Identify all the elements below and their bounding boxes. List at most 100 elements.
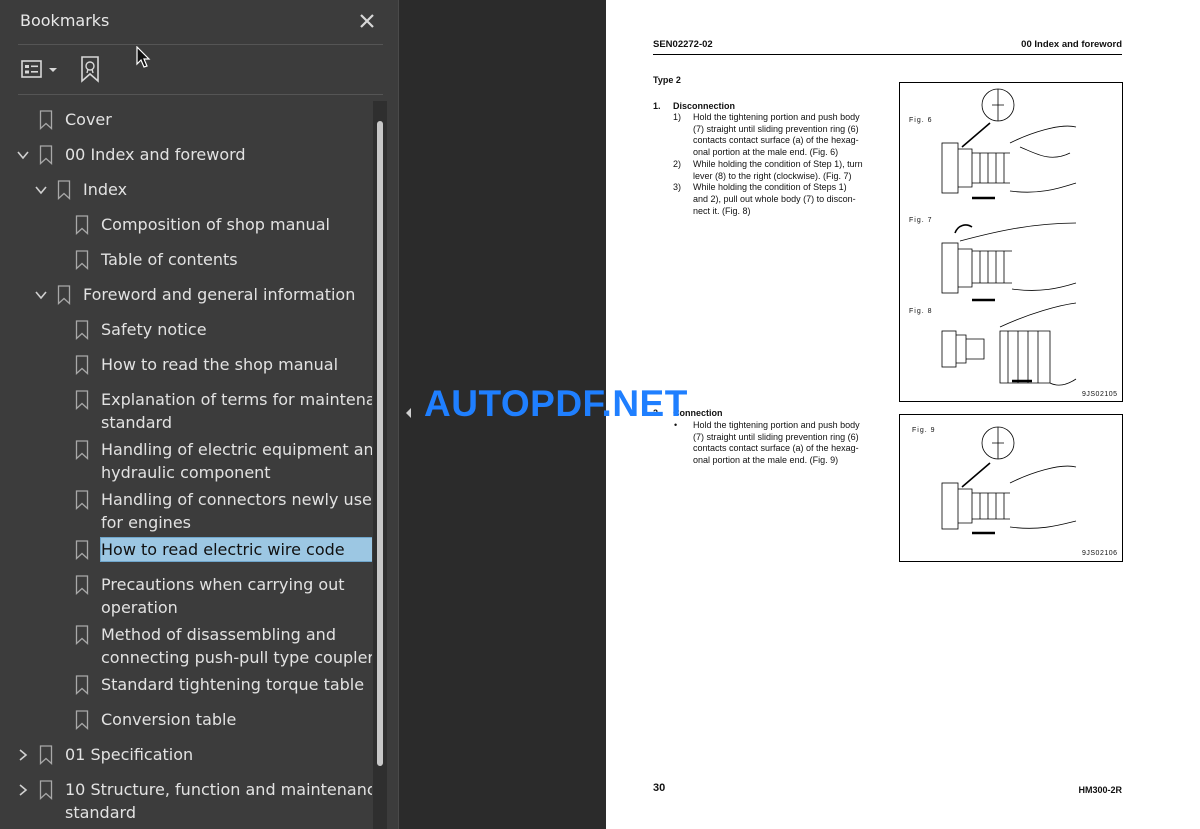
bookmark-label: Precautions when carrying out [101,575,345,594]
bookmark-label: connecting push-pull type coupler [101,648,372,667]
bookmark-label: How to read the shop manual [101,355,339,374]
bookmark-item[interactable]: How to read the shop manual [0,349,372,384]
scrollbar-thumb[interactable] [377,121,383,766]
connection-text-line: (7) straight until sliding prevention ri… [693,431,859,442]
figure-disconnection: Fig. 6 Fig. 7 Fig. 8 9JS02105 [899,82,1123,402]
chevron-right-icon[interactable] [16,747,30,761]
bookmark-icon [57,180,71,200]
bookmark-item[interactable]: 00 Index and foreword [0,139,372,174]
step-text-line: nect it. (Fig. 8) [693,205,751,216]
bookmark-label: Index [83,180,128,199]
bookmark-icon [57,285,71,305]
step-text-line: and 2), pull out whole body (7) to disco… [693,193,856,204]
connection-text-line: onal portion at the male end. (Fig. 9) [693,455,839,466]
bookmark-label: 10 Structure, function and maintenance [65,780,372,799]
step-text-line: contacts contact surface (a) of the hexa… [693,135,859,146]
bookmark-item[interactable]: Conversion table [0,704,372,739]
bookmark-item[interactable]: Index [0,174,372,209]
bookmark-item[interactable]: Composition of shop manual [0,209,372,244]
bookmark-item[interactable]: Handling of electric equipment and hydrau… [0,434,372,484]
bookmark-item[interactable]: 01 Specification [0,739,372,774]
step-number: 1. [653,101,661,111]
bookmark-icon [75,355,89,375]
bookmarks-panel: Bookmarks Cover 00 Index and foreword Inde… [0,0,399,829]
step-text-line: onal portion at the male end. (Fig. 6) [693,147,839,158]
chevron-down-icon[interactable] [16,147,30,161]
bookmark-item[interactable]: Precautions when carrying out operation [0,569,372,619]
bookmark-label: Safety notice [101,320,207,339]
bookmark-label: for engines [101,513,191,532]
pdf-page: SEN02272-02 00 Index and foreword Type 2… [606,0,1200,829]
bookmark-item[interactable]: Table of contents [0,244,372,279]
bookmark-item[interactable]: Safety notice [0,314,372,349]
bookmark-icon [75,540,89,560]
bookmark-icon [39,145,53,165]
bookmark-icon [39,780,53,800]
bookmark-label: 01 Specification [65,745,194,764]
bookmark-item[interactable]: Cover [0,104,372,139]
bookmark-label: Handling of connectors newly used [101,490,372,509]
step-index: 3) [673,182,682,193]
bookmark-item[interactable]: Explanation of terms for maintenance stan… [0,384,372,434]
step-text-line: While holding the condition of Steps 1) [693,182,847,193]
list-options-icon[interactable] [18,52,64,86]
bookmark-label: Conversion table [101,710,237,729]
bookmark-label: standard [65,803,136,822]
mouse-cursor-icon [136,45,152,70]
connection-text-line: Hold the tightening portion and push bod… [693,420,860,430]
bookmark-icon [75,575,89,595]
bookmark-icon [75,250,89,270]
step-text-line: Hold the tightening portion and push bod… [693,112,860,122]
bookmark-label: 00 Index and foreword [65,145,246,164]
bookmark-label: How to read electric wire code [100,537,372,562]
chevron-down-icon[interactable] [34,287,48,301]
close-icon[interactable] [356,10,378,32]
bookmark-item[interactable]: Handling of connectors newly used for eng… [0,484,372,534]
doc-id: SEN02272-02 [653,39,713,50]
bookmark-label: Handling of electric equipment and [101,440,372,459]
coupler-illustration [941,426,1077,535]
bookmark-icon [75,675,89,695]
page-number: 30 [653,782,666,794]
watermark: AUTOPDF.NET [424,383,688,424]
section-header: 00 Index and foreword [1021,39,1122,50]
chevron-down-icon[interactable] [34,182,48,196]
bookmark-label: Composition of shop manual [101,215,330,234]
bookmark-label: hydraulic component [101,463,271,482]
bookmark-item[interactable]: How to read electric wire code [0,534,372,569]
bookmark-item[interactable]: 10 Structure, function and maintenance st… [0,774,372,824]
figure-connection: Fig. 9 9JS02106 [899,414,1123,562]
panel-title: Bookmarks [20,11,110,30]
header-rule [653,54,1122,55]
bookmark-label: Cover [65,110,112,129]
bookmark-item[interactable]: Method of disassembling and connecting pu… [0,619,372,669]
bookmark-icon [75,440,89,460]
bookmark-icon [75,625,89,645]
step-text-line: (7) straight until sliding prevention ri… [693,123,859,134]
step-index: 1) [673,112,682,122]
coupler-illustration [941,88,1077,386]
bookmark-label: Table of contents [101,250,238,269]
connection-text-line: contacts contact surface (a) of the hexa… [693,443,859,454]
bookmark-icon [75,490,89,510]
bookmark-label: Method of disassembling and [101,625,336,644]
bookmark-icon [75,390,89,410]
bookmark-icon [39,745,53,765]
bookmark-item[interactable]: Foreword and general information [0,279,372,314]
bookmark-label: Foreword and general information [83,285,356,304]
step-text-line: While holding the condition of Step 1), … [693,158,863,169]
bookmark-item[interactable]: Standard tightening torque table [0,669,372,704]
collapse-panel-arrow-icon[interactable] [403,405,413,421]
bookmark-label: standard [101,413,172,432]
bookmark-icon [39,110,53,130]
model-name: HM300-2R [1078,785,1122,795]
chevron-right-icon[interactable] [16,782,30,796]
scrollbar[interactable] [373,101,387,829]
bookmark-label: operation [101,598,178,617]
bookmark-icon [75,320,89,340]
bookmark-label: Standard tightening torque table [101,675,365,694]
bookmark-label: Explanation of terms for maintenance [101,390,372,409]
bookmark-ribbon-icon[interactable] [78,52,106,86]
divider [18,94,383,95]
bookmark-tree: Cover 00 Index and foreword Index Compositi… [0,101,372,829]
